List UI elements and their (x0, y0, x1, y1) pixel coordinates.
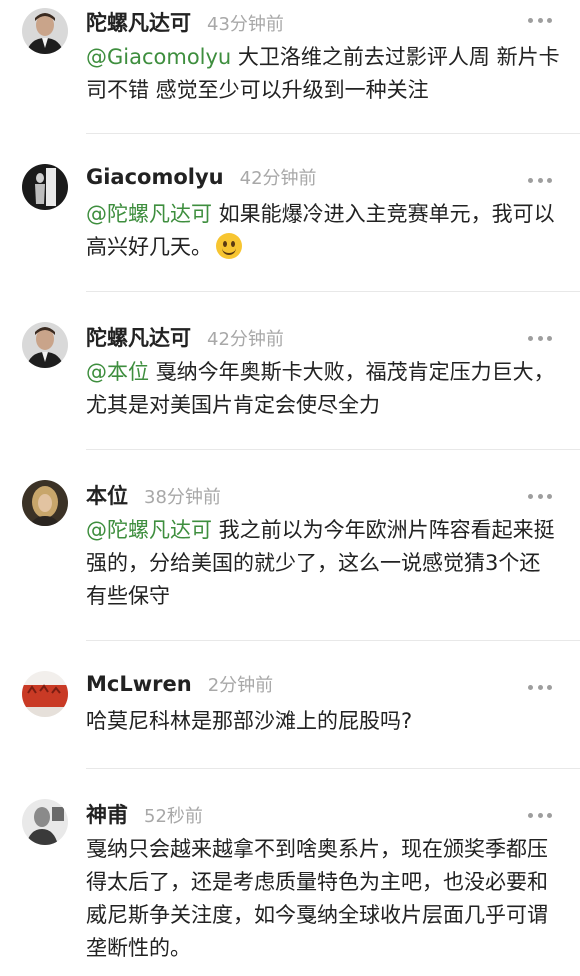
comment-header: 陀螺凡达可 43分钟前 (86, 7, 284, 37)
comment-item: McLwren 2分钟前 哈莫尼科林是那部沙滩上的屁股吗? (22, 641, 580, 769)
mention-link[interactable]: @陀螺凡达可 (86, 202, 212, 226)
comment-header: 神甫 52秒前 (86, 799, 203, 829)
more-horizontal-icon[interactable] (528, 333, 552, 343)
comment-text: @陀螺凡达可 如果能爆冷进入主竞赛单元，我可以高兴好几天。 (86, 198, 560, 264)
comment-text: @Giacomolyu 大卫洛维之前去过影评人周 新片卡司不错 感觉至少可以升级… (86, 41, 560, 107)
timestamp: 43分钟前 (207, 14, 284, 35)
mention-link[interactable]: @本位 (86, 360, 149, 384)
comment-item: Giacomolyu 42分钟前 @陀螺凡达可 如果能爆冷进入主竞赛单元，我可以… (22, 134, 580, 292)
more-horizontal-icon[interactable] (528, 491, 552, 501)
user-avatar[interactable] (22, 671, 68, 717)
more-horizontal-icon[interactable] (528, 810, 552, 820)
username[interactable]: 陀螺凡达可 (86, 322, 191, 352)
timestamp: 42分钟前 (239, 168, 317, 189)
username[interactable]: Giacomolyu (86, 165, 224, 189)
comment-header: 本位 38分钟前 (86, 480, 221, 510)
smiling-face-emoji (216, 233, 242, 259)
user-avatar[interactable] (22, 799, 68, 845)
comment-item: 陀螺凡达可 43分钟前 @Giacomolyu 大卫洛维之前去过影评人周 新片卡… (22, 0, 580, 134)
username[interactable]: McLwren (86, 672, 192, 696)
comment-text: @本位 戛纳今年奥斯卡大败，福茂肯定压力巨大，尤其是对美国片肯定会使尽全力 (86, 356, 560, 422)
username[interactable]: 神甫 (86, 799, 128, 829)
avatar-image (22, 480, 68, 526)
username[interactable]: 本位 (86, 480, 128, 510)
user-avatar[interactable] (22, 322, 68, 368)
comment-text: @陀螺凡达可 我之前以为今年欧洲片阵容看起来挺强的，分给美国的就少了，这么一说感… (86, 514, 560, 613)
timestamp: 38分钟前 (144, 487, 221, 508)
comment-body: 戛纳今年奥斯卡大败，福茂肯定压力巨大，尤其是对美国片肯定会使尽全力 (86, 360, 555, 417)
user-avatar[interactable] (22, 480, 68, 526)
more-horizontal-icon[interactable] (528, 15, 552, 25)
comment-item: 神甫 52秒前 戛纳只会越来越拿不到啥奥系片，现在颁奖季都压得太后了，还是考虑质… (22, 769, 580, 976)
comment-header: 陀螺凡达可 42分钟前 (86, 322, 284, 352)
comment-item: 陀螺凡达可 42分钟前 @本位 戛纳今年奥斯卡大败，福茂肯定压力巨大，尤其是对美… (22, 292, 580, 450)
mention-link[interactable]: @Giacomolyu (86, 45, 231, 69)
user-avatar[interactable] (22, 164, 68, 210)
timestamp: 2分钟前 (207, 675, 274, 696)
username[interactable]: 陀螺凡达可 (86, 7, 191, 37)
comment-header: McLwren 2分钟前 (86, 671, 273, 701)
comment-header: Giacomolyu 42分钟前 (86, 164, 317, 194)
comment-text: 戛纳只会越来越拿不到啥奥系片，现在颁奖季都压得太后了，还是考虑质量特色为主吧，也… (86, 833, 560, 965)
comment-text: 哈莫尼科林是那部沙滩上的屁股吗? (86, 705, 560, 738)
mention-link[interactable]: @陀螺凡达可 (86, 518, 212, 542)
timestamp: 42分钟前 (207, 329, 284, 350)
user-avatar[interactable] (22, 8, 68, 54)
avatar-image (22, 671, 68, 717)
avatar-image (22, 164, 68, 210)
more-horizontal-icon[interactable] (528, 682, 552, 692)
more-horizontal-icon[interactable] (528, 175, 552, 185)
comment-body: 戛纳只会越来越拿不到啥奥系片，现在颁奖季都压得太后了，还是考虑质量特色为主吧，也… (86, 837, 548, 960)
avatar-image (22, 322, 68, 368)
avatar-image (22, 799, 68, 845)
comment-item: 本位 38分钟前 @陀螺凡达可 我之前以为今年欧洲片阵容看起来挺强的，分给美国的… (22, 450, 580, 641)
avatar-image (22, 8, 68, 54)
comment-body: 哈莫尼科林是那部沙滩上的屁股吗? (86, 709, 413, 733)
timestamp: 52秒前 (144, 806, 203, 827)
